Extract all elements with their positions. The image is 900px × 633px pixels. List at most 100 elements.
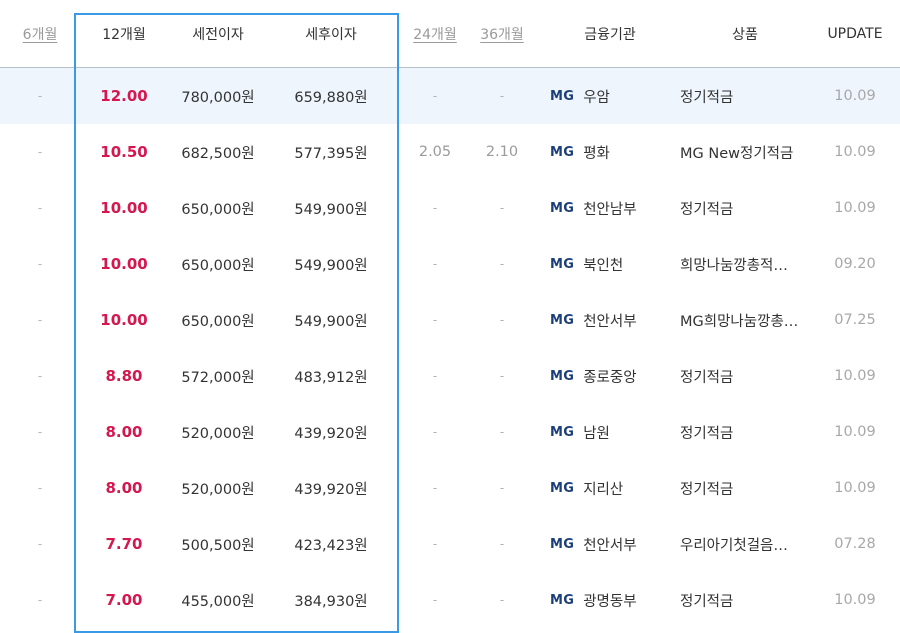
cell-6m: - [0,124,80,180]
cell-36m-value: - [499,481,505,495]
cell-6m-value: - [37,89,43,103]
cell-24m-value: - [432,89,438,103]
product-name[interactable]: 정기적금 [680,198,733,219]
table-header: 6개월 12개월 세전이자 세후이자 24개월 36개월 금융기관 상품 UPD… [0,0,900,68]
cell-product[interactable]: 우리아기첫걸음… [680,516,810,572]
header-product: 상품 [732,26,758,43]
cell-6m-value: - [37,257,43,271]
table-row[interactable]: - 8.80 572,000원 483,912원 - - MG 종로중앙 정기적금 10.09 [0,348,900,404]
cell-update: 10.09 [810,572,900,628]
cell-bank[interactable]: MG 평화 [550,124,670,180]
update-date: 10.09 [834,368,876,384]
table-row[interactable]: - 10.50 682,500원 577,395원 2.05 2.10 MG 평화 MG New… [0,124,900,180]
cell-36m: - [470,68,534,124]
product-name[interactable]: 정기적금 [680,478,733,499]
table-row[interactable]: - 10.00 650,000원 549,900원 - - MG 천안서부 MG희망나눔깡총… 0… [0,292,900,348]
cell-bank[interactable]: MG 천안서부 [550,292,670,348]
cell-12m-rate-value: 10.50 [100,143,148,161]
product-name[interactable]: 정기적금 [680,366,733,387]
bank-name[interactable]: 지리산 [583,478,623,499]
cell-product[interactable]: MG희망나눔깡총… [680,292,810,348]
cell-24m: - [404,68,466,124]
product-name[interactable]: 정기적금 [680,86,733,107]
cell-36m: - [470,292,534,348]
table-row[interactable]: - 7.00 455,000원 384,930원 - - MG 광명동부 정기적금 10.09 [0,572,900,628]
cell-6m-value: - [37,369,43,383]
cell-bank[interactable]: MG 천안서부 [550,516,670,572]
cell-bank[interactable]: MG 북인천 [550,236,670,292]
mg-logo-icon: MG [550,424,575,440]
bank-name[interactable]: 남원 [583,422,610,443]
table-row[interactable]: - 8.00 520,000원 439,920원 - - MG 남원 정기적금 10.09 [0,404,900,460]
product-name[interactable]: 정기적금 [680,422,733,443]
product-name[interactable]: 희망나눔깡총적… [680,254,788,275]
cell-pretax-value: 780,000원 [181,89,255,106]
table-row[interactable]: - 12.00 780,000원 659,880원 - - MG 우암 정기적금 10.09 [0,68,900,124]
product-name[interactable]: 우리아기첫걸음… [680,534,788,555]
cell-bank[interactable]: MG 광명동부 [550,572,670,628]
bank-name[interactable]: 우암 [583,86,610,107]
sort-6m-link[interactable]: 6개월 [23,24,58,44]
sort-24m-link[interactable]: 24개월 [413,24,457,44]
cell-6m-value: - [37,313,43,327]
cell-24m-value: - [432,257,438,271]
cell-aftertax-value: 659,880원 [294,89,368,106]
cell-aftertax-value: 423,423원 [294,537,368,554]
cell-product[interactable]: 정기적금 [680,460,810,516]
cell-product[interactable]: 정기적금 [680,572,810,628]
cell-24m-value: - [432,201,438,215]
update-date: 10.09 [834,88,876,104]
cell-36m-value: - [499,201,505,215]
product-name[interactable]: MG희망나눔깡총… [680,310,798,331]
cell-12m-rate: 10.50 [78,124,170,180]
bank-name[interactable]: 북인천 [583,254,623,275]
cell-6m-value: - [37,481,43,495]
cell-product[interactable]: 정기적금 [680,404,810,460]
cell-bank[interactable]: MG 종로중앙 [550,348,670,404]
mg-logo-icon: MG [550,200,575,216]
cell-bank[interactable]: MG 천안남부 [550,180,670,236]
bank-name[interactable]: 천안남부 [583,198,636,219]
bank-name[interactable]: 평화 [583,142,610,163]
table-row[interactable]: - 7.70 500,500원 423,423원 - - MG 천안서부 우리아기첫걸음… 07.… [0,516,900,572]
product-name[interactable]: MG New정기적금 [680,142,793,163]
bank-name[interactable]: 광명동부 [583,590,636,611]
cell-aftertax-value: 384,930원 [294,593,368,610]
sort-36m-link[interactable]: 36개월 [480,24,524,44]
cell-24m-value: 2.05 [418,144,452,160]
cell-aftertax: 577,395원 [280,124,382,180]
cell-bank[interactable]: MG 지리산 [550,460,670,516]
cell-pretax-value: 520,000원 [181,481,255,498]
cell-product[interactable]: 정기적금 [680,68,810,124]
product-name[interactable]: 정기적금 [680,590,733,611]
cell-aftertax: 439,920원 [280,460,382,516]
cell-product[interactable]: 정기적금 [680,348,810,404]
cell-aftertax: 439,920원 [280,404,382,460]
cell-pretax: 650,000원 [168,292,268,348]
mg-logo-icon: MG [550,312,575,328]
cell-6m: - [0,348,80,404]
cell-bank[interactable]: MG 우암 [550,68,670,124]
cell-pretax: 780,000원 [168,68,268,124]
cell-update: 10.09 [810,404,900,460]
savings-rate-table: 6개월 12개월 세전이자 세후이자 24개월 36개월 금융기관 상품 UPD… [0,0,900,628]
cell-bank[interactable]: MG 남원 [550,404,670,460]
cell-update: 10.09 [810,348,900,404]
cell-update: 10.09 [810,68,900,124]
cell-product[interactable]: 정기적금 [680,180,810,236]
cell-product[interactable]: MG New정기적금 [680,124,810,180]
bank-name[interactable]: 천안서부 [583,310,636,331]
cell-aftertax: 659,880원 [280,68,382,124]
table-row[interactable]: - 10.00 650,000원 549,900원 - - MG 북인천 희망나눔깡총적… 09.… [0,236,900,292]
cell-12m-rate: 8.00 [78,460,170,516]
cell-aftertax-value: 439,920원 [294,425,368,442]
table-row[interactable]: - 10.00 650,000원 549,900원 - - MG 천안남부 정기적금 10.09 [0,180,900,236]
table-row[interactable]: - 8.00 520,000원 439,920원 - - MG 지리산 정기적금 10.09 [0,460,900,516]
cell-pretax-value: 500,500원 [181,537,255,554]
cell-pretax-value: 455,000원 [181,593,255,610]
cell-product[interactable]: 희망나눔깡총적… [680,236,810,292]
bank-name[interactable]: 종로중앙 [583,366,636,387]
cell-update: 07.28 [810,516,900,572]
bank-name[interactable]: 천안서부 [583,534,636,555]
cell-update: 10.09 [810,180,900,236]
